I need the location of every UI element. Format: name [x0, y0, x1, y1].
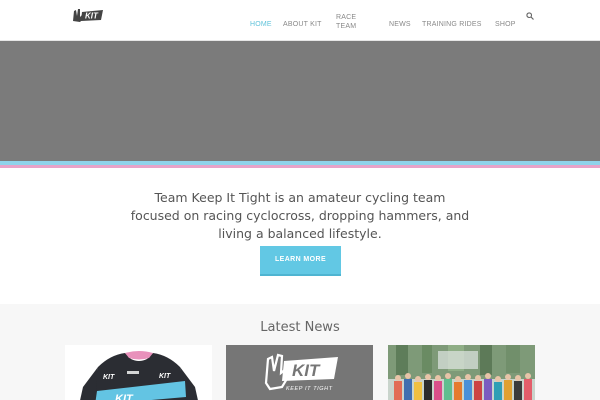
hero-banner	[0, 41, 600, 161]
jersey-kit-text-right: KIT	[159, 373, 171, 380]
main-nav: HOME ABOUT KIT RACE TEAM NEWS TRAINING R…	[0, 0, 600, 41]
hero-stripe-pink	[0, 165, 600, 168]
jersey-image: KIT KIT KIT	[65, 345, 212, 400]
jersey-kit-text-left: KIT	[103, 374, 115, 381]
jersey-band-text: KIT	[115, 393, 134, 400]
intro-text: Team Keep It Tight is an amateur cycling…	[130, 190, 470, 241]
nav-shop[interactable]: SHOP	[495, 20, 516, 29]
kit-tagline: KEEP IT TIGHT	[286, 386, 333, 392]
learn-more-button[interactable]: LEARN MORE	[260, 246, 341, 274]
nav-news[interactable]: NEWS	[389, 20, 411, 29]
nav-about-kit[interactable]: ABOUT KIT	[283, 20, 322, 29]
nav-training-rides[interactable]: TRAINING RIDES	[422, 20, 482, 29]
kit-logo-graphic: KIT KEEP IT TIGHT	[226, 345, 373, 400]
nav-race-team-line1: RACE	[336, 14, 357, 21]
kit-graphic-text: KIT	[292, 361, 321, 380]
site-header: KIT HOME ABOUT KIT RACE TEAM NEWS TRAINI…	[0, 0, 600, 41]
nav-race-team-line2: TEAM	[336, 23, 357, 30]
nav-race-team[interactable]: RACE TEAM	[336, 13, 356, 31]
latest-news-title: Latest News	[260, 320, 340, 335]
news-card-kit-logo[interactable]: KIT KEEP IT TIGHT	[226, 345, 373, 400]
news-card-jersey[interactable]: KIT KIT KIT	[65, 345, 212, 400]
latest-news-section: Latest News KIT KIT KIT KIT KEEP IT TIGH…	[0, 304, 600, 400]
news-card-group-ride[interactable]	[388, 345, 535, 400]
nav-home[interactable]: HOME	[250, 20, 272, 29]
search-icon[interactable]	[526, 12, 534, 20]
group-ride-photo	[388, 345, 535, 400]
